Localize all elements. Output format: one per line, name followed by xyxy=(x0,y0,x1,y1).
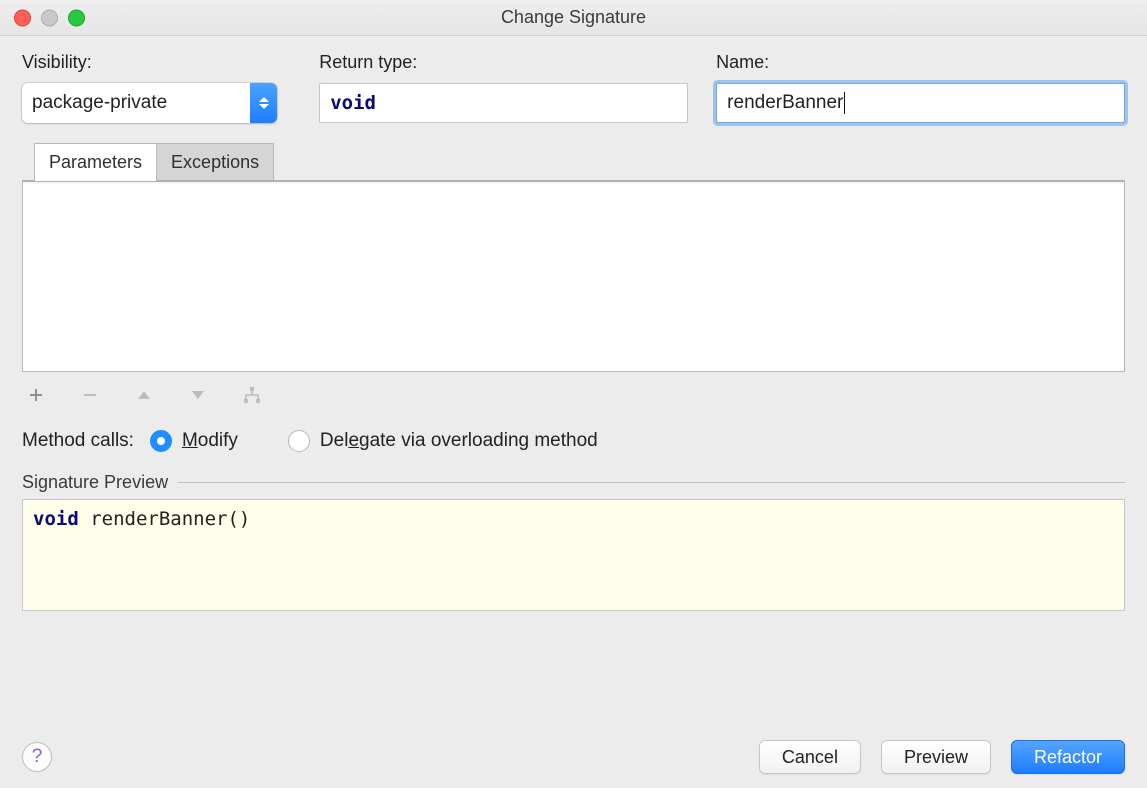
radio-modify-label: Modify xyxy=(182,430,238,452)
return-type-input[interactable]: void xyxy=(319,83,688,123)
close-window-button[interactable] xyxy=(14,9,31,26)
minimize-window-button[interactable] xyxy=(41,9,58,26)
method-calls-row: Method calls: Modify Delegate via overlo… xyxy=(22,430,1125,452)
signature-form: Visibility: package-private Return type:… xyxy=(22,52,1125,123)
return-type-value: void xyxy=(330,92,376,114)
tab-exceptions[interactable]: Exceptions xyxy=(157,143,274,181)
radio-delegate[interactable]: Delegate via overloading method xyxy=(288,430,598,452)
name-label: Name: xyxy=(716,52,1125,73)
radio-icon xyxy=(288,430,310,452)
name-value: renderBanner xyxy=(727,92,843,114)
window-title: Change Signature xyxy=(501,7,646,28)
tabs: Parameters Exceptions xyxy=(22,143,1125,181)
cancel-button[interactable]: Cancel xyxy=(759,740,861,774)
add-icon[interactable] xyxy=(26,385,46,405)
tab-parameters[interactable]: Parameters xyxy=(34,143,157,181)
preview-keyword: void xyxy=(33,508,79,530)
visibility-label: Visibility: xyxy=(22,52,291,73)
preview-button[interactable]: Preview xyxy=(881,740,991,774)
method-calls-label: Method calls: xyxy=(22,430,134,452)
radio-modify[interactable]: Modify xyxy=(150,430,238,452)
radio-icon xyxy=(150,430,172,452)
zoom-window-button[interactable] xyxy=(68,9,85,26)
preview-section-title: Signature Preview xyxy=(22,472,1125,493)
signature-preview: void renderBanner() xyxy=(22,499,1125,611)
parameters-panel[interactable] xyxy=(22,180,1125,372)
radio-delegate-label: Delegate via overloading method xyxy=(320,430,598,452)
help-button[interactable]: ? xyxy=(22,742,52,772)
divider xyxy=(178,482,1125,483)
parameters-toolbar xyxy=(22,382,1125,408)
visibility-select[interactable]: package-private xyxy=(22,83,277,123)
text-caret-icon xyxy=(844,92,845,114)
move-down-icon[interactable] xyxy=(188,385,208,405)
refactor-button[interactable]: Refactor xyxy=(1011,740,1125,774)
remove-icon[interactable] xyxy=(80,385,100,405)
visibility-value: package-private xyxy=(22,83,250,123)
preview-rest: renderBanner() xyxy=(79,508,251,530)
chevron-updown-icon xyxy=(250,83,277,123)
move-up-icon[interactable] xyxy=(134,385,154,405)
preview-label: Signature Preview xyxy=(22,472,168,493)
return-type-label: Return type: xyxy=(319,52,688,73)
tree-icon[interactable] xyxy=(242,385,262,405)
window-controls xyxy=(14,9,85,26)
titlebar: Change Signature xyxy=(0,0,1147,36)
name-input[interactable]: renderBanner xyxy=(716,83,1125,123)
